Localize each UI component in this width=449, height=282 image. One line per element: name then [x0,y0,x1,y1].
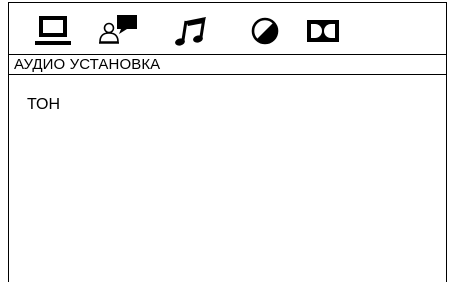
setup-tab-bar [9,3,446,55]
page-title: АУДИО УСТАНОВКА [14,56,161,73]
setup-menu-screen: АУДИО УСТАНОВКА ТОН [8,2,447,282]
language-speech-icon [99,15,137,44]
video-adjust-icon [251,17,279,45]
music-note-icon [175,17,206,46]
tab-general-setup[interactable] [31,11,75,51]
tab-video-setup[interactable] [243,11,287,51]
tab-audio-setup[interactable] [171,11,215,51]
tab-language-setup[interactable] [97,11,141,51]
tab-dolby-setup[interactable] [301,11,345,51]
menu-list: ТОН [27,95,60,115]
dolby-icon [307,20,339,42]
monitor-icon [35,16,71,45]
menu-item-tone[interactable]: ТОН [27,95,60,115]
page-title-bar: АУДИО УСТАНОВКА [9,54,446,75]
